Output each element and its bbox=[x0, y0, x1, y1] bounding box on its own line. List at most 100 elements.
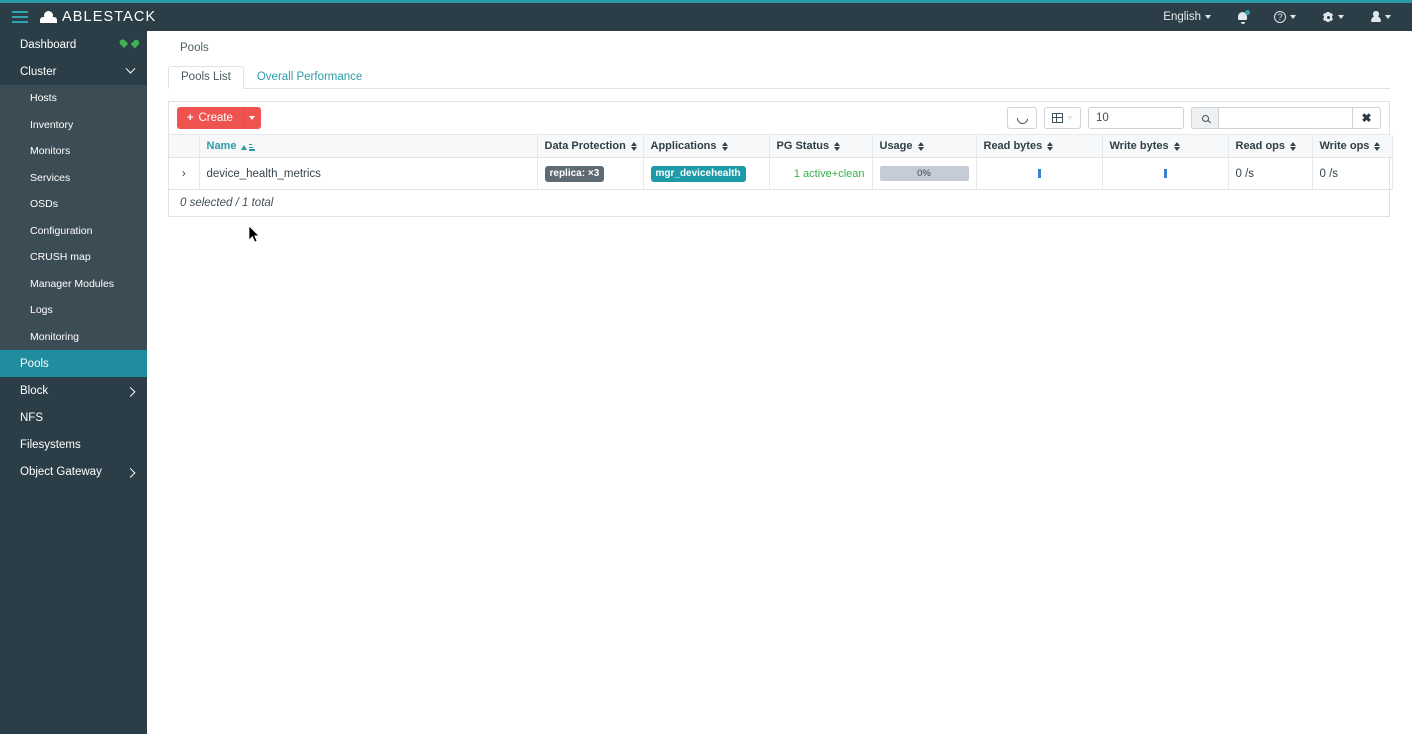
gear-icon bbox=[1322, 11, 1334, 23]
column-header-write-bytes[interactable]: Write bytes bbox=[1102, 135, 1229, 158]
sidebar-item-hosts[interactable]: Hosts bbox=[0, 85, 147, 112]
sidebar-item-label: Filesystems bbox=[20, 438, 81, 451]
table-row[interactable]: › device_health_metrics replica: ×3 mgr_… bbox=[169, 157, 1393, 190]
column-header-data-protection[interactable]: Data Protection bbox=[537, 135, 644, 158]
usage-progress-bar: 0% bbox=[879, 166, 969, 181]
sidebar-item-label: Monitors bbox=[30, 145, 71, 158]
chevron-down-icon bbox=[248, 116, 255, 120]
search-button[interactable] bbox=[1191, 107, 1218, 129]
search-input[interactable] bbox=[1218, 107, 1352, 129]
cell-name: device_health_metrics bbox=[199, 157, 538, 190]
sidebar-item-crush-map[interactable]: CRUSH map bbox=[0, 244, 147, 271]
chevron-down-icon bbox=[1338, 15, 1344, 19]
sidebar-item-configuration[interactable]: Configuration bbox=[0, 217, 147, 244]
expander-column-header bbox=[169, 135, 200, 158]
mouse-cursor bbox=[249, 226, 260, 243]
column-header-usage[interactable]: Usage bbox=[872, 135, 977, 158]
sort-icon bbox=[630, 141, 637, 151]
brand-logo[interactable]: ABLESTACK bbox=[40, 9, 156, 25]
header-actions: English ? bbox=[1150, 3, 1412, 31]
sort-icon bbox=[1047, 141, 1054, 151]
sidebar-item-object-gateway[interactable]: Object Gateway bbox=[0, 458, 147, 485]
sidebar-item-dashboard[interactable]: Dashboard bbox=[0, 31, 147, 58]
language-selector[interactable]: English bbox=[1150, 3, 1224, 31]
help-menu[interactable]: ? bbox=[1261, 3, 1309, 31]
user-menu[interactable] bbox=[1357, 3, 1404, 31]
create-button[interactable]: + Create bbox=[177, 107, 243, 129]
user-icon bbox=[1370, 11, 1381, 23]
sidebar-item-label: Configuration bbox=[30, 224, 93, 237]
column-header-label: Write bytes bbox=[1109, 140, 1169, 152]
plus-icon: + bbox=[187, 112, 194, 124]
search-icon bbox=[1201, 114, 1209, 122]
notifications-button[interactable] bbox=[1224, 3, 1261, 31]
sidebar-item-nfs[interactable]: NFS bbox=[0, 404, 147, 431]
create-dropdown-toggle[interactable] bbox=[242, 107, 261, 129]
create-button-group: + Create bbox=[177, 107, 261, 129]
chevron-down-icon bbox=[125, 63, 136, 74]
sidebar-item-osds[interactable]: OSDs bbox=[0, 191, 147, 218]
sidebar-item-cluster[interactable]: Cluster bbox=[0, 58, 147, 85]
brand-name: ABLESTACK bbox=[62, 9, 157, 25]
sidebar-item-monitors[interactable]: Monitors bbox=[0, 138, 147, 165]
cell-applications: mgr_devicehealth bbox=[643, 157, 770, 190]
clear-search-button[interactable]: ✖ bbox=[1352, 107, 1381, 129]
sidebar-item-monitoring[interactable]: Monitoring bbox=[0, 323, 147, 350]
sidebar-item-label: Cluster bbox=[20, 65, 57, 78]
cell-data-protection: replica: ×3 bbox=[537, 157, 644, 190]
settings-menu[interactable] bbox=[1309, 3, 1357, 31]
sidebar-item-label: Block bbox=[20, 384, 49, 397]
column-header-label: Write ops bbox=[1319, 140, 1370, 152]
column-header-pg-status[interactable]: PG Status bbox=[769, 135, 873, 158]
page-size-input[interactable] bbox=[1088, 107, 1184, 129]
column-header-applications[interactable]: Applications bbox=[643, 135, 770, 158]
tab-pools-list[interactable]: Pools List bbox=[168, 66, 244, 89]
sort-ascending-icon bbox=[241, 142, 255, 151]
sidebar-item-label: Monitoring bbox=[30, 330, 80, 343]
column-header-label: Applications bbox=[650, 140, 717, 152]
chevron-down-icon bbox=[1385, 15, 1391, 19]
sort-icon bbox=[1290, 141, 1297, 151]
chevron-down-icon bbox=[1290, 15, 1296, 19]
pools-table: Name Data Protection Applications PG Sta… bbox=[169, 135, 1393, 190]
sort-icon bbox=[834, 141, 841, 151]
bell-icon bbox=[1237, 10, 1250, 24]
refresh-button[interactable] bbox=[1007, 107, 1037, 129]
table-columns-icon bbox=[1052, 113, 1063, 123]
table-header-row: Name Data Protection Applications PG Sta… bbox=[169, 135, 1393, 158]
app-header: ABLESTACK English ? bbox=[0, 3, 1412, 31]
breadcrumb: Pools bbox=[180, 42, 209, 54]
sort-icon bbox=[917, 141, 924, 151]
cell-write-ops: 0 /s bbox=[1312, 157, 1393, 190]
main-content: Pools Pools List Overall Performance + C… bbox=[147, 31, 1412, 734]
tab-overall-performance[interactable]: Overall Performance bbox=[244, 66, 375, 89]
column-header-label: Data Protection bbox=[544, 140, 626, 152]
sidebar-item-manager-modules[interactable]: Manager Modules bbox=[0, 270, 147, 297]
column-header-name[interactable]: Name bbox=[199, 135, 538, 158]
sidebar-item-inventory[interactable]: Inventory bbox=[0, 111, 147, 138]
column-header-write-ops[interactable]: Write ops bbox=[1312, 135, 1393, 158]
column-selector-button[interactable] bbox=[1044, 107, 1081, 129]
chevron-down-icon bbox=[1067, 116, 1073, 120]
sort-icon bbox=[1173, 141, 1180, 151]
sidebar-item-services[interactable]: Services bbox=[0, 164, 147, 191]
hamburger-menu-icon[interactable] bbox=[0, 3, 40, 31]
language-label: English bbox=[1163, 11, 1201, 23]
column-header-read-ops[interactable]: Read ops bbox=[1228, 135, 1313, 158]
table-toolbar: + Create 10 ✖ bbox=[169, 102, 1389, 135]
column-header-label: Usage bbox=[879, 140, 913, 152]
sidebar-item-label: Services bbox=[30, 171, 71, 184]
row-expand-toggle[interactable]: › bbox=[169, 157, 200, 190]
sidebar-item-label: Hosts bbox=[30, 92, 57, 105]
heart-icon bbox=[124, 40, 134, 49]
sidebar-item-pools[interactable]: Pools bbox=[0, 350, 147, 377]
cell-write-bytes bbox=[1102, 157, 1229, 190]
sidebar-item-label: Manager Modules bbox=[30, 277, 115, 290]
column-header-label: Read ops bbox=[1235, 140, 1286, 152]
sidebar-navigation: Dashboard Cluster Hosts Inventory Monito… bbox=[0, 31, 147, 734]
sidebar-item-logs[interactable]: Logs bbox=[0, 297, 147, 324]
column-header-read-bytes[interactable]: Read bytes bbox=[976, 135, 1103, 158]
question-circle-icon: ? bbox=[1274, 11, 1286, 23]
sidebar-item-filesystems[interactable]: Filesystems bbox=[0, 431, 147, 458]
sidebar-item-block[interactable]: Block bbox=[0, 377, 147, 404]
